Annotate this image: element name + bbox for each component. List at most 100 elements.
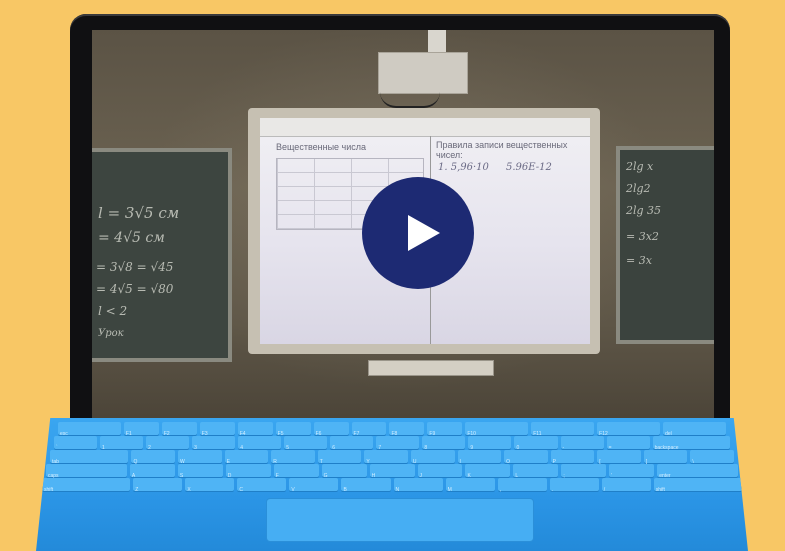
keyboard-key[interactable]: ,: [497, 478, 547, 493]
chalk-line: = 3√8 = √45: [96, 260, 174, 274]
keyboard-key[interactable]: 9: [468, 436, 512, 451]
keyboard-key[interactable]: `: [54, 436, 98, 451]
keyboard-key[interactable]: [: [597, 450, 641, 465]
keyboard-key[interactable]: V: [289, 478, 339, 493]
projector: [378, 52, 468, 94]
keyboard-key[interactable]: S: [177, 464, 223, 479]
keyboard-key[interactable]: H: [369, 464, 415, 479]
type-cover-keyboard: esc F1 F2 F3 F4 F5 F6 F7 F8 F9 F10 F11 F12 del ` 1 2 3 4 5 6…: [36, 418, 748, 551]
keyboard-key[interactable]: W: [178, 450, 222, 465]
keyboard-key[interactable]: shift: [42, 478, 131, 493]
keyboard-key[interactable]: O: [504, 450, 548, 465]
keyboard-key[interactable]: L: [513, 464, 559, 479]
chalk-line: = 4√5 = √80: [96, 282, 174, 296]
keyboard-key[interactable]: F9: [427, 422, 463, 437]
chalk-line: 2lg x: [626, 160, 654, 173]
keyboard-key[interactable]: 5: [284, 436, 328, 451]
keyboard-key[interactable]: =: [606, 436, 650, 451]
keyboard-key[interactable]: F8: [389, 422, 425, 437]
keyboard-key[interactable]: 0: [514, 436, 558, 451]
keyboard-key[interactable]: M: [445, 478, 495, 493]
key-label: C: [239, 487, 243, 493]
key-label: X: [187, 487, 191, 493]
keyboard-key[interactable]: N: [393, 478, 443, 493]
whiteboard-note: 5.96E-12: [506, 162, 552, 173]
keyboard-key[interactable]: tab: [50, 450, 129, 465]
keyboard-key[interactable]: 8: [422, 436, 466, 451]
play-button[interactable]: [362, 177, 474, 289]
key-label: N: [395, 487, 400, 493]
keyboard-key[interactable]: Y: [364, 450, 408, 465]
keyboard-key[interactable]: U: [410, 450, 455, 465]
keyboard-key[interactable]: del: [663, 422, 726, 437]
keyboard-key[interactable]: 7: [376, 436, 420, 451]
keyboard-key[interactable]: Z: [133, 478, 183, 493]
keyboard-key[interactable]: J: [417, 464, 463, 479]
chalkboard-right: 2lg x 2lg2 2lg 35 = 3x2 = 3x: [616, 146, 714, 344]
keyboard-key[interactable]: F5: [275, 422, 311, 437]
keyboard-key[interactable]: F2: [161, 422, 197, 437]
keyboard-key[interactable]: A: [129, 464, 175, 479]
keyboard-key[interactable]: F4: [237, 422, 273, 437]
keyboard-key[interactable]: .: [549, 478, 599, 493]
keyboard-key[interactable]: F10: [465, 422, 529, 437]
keyboard-key[interactable]: B: [341, 478, 391, 493]
play-icon: [408, 215, 440, 251]
keyboard-key[interactable]: shift: [653, 478, 743, 493]
whiteboard-note: 1. 5,96·10: [438, 162, 489, 173]
keyboard-key[interactable]: 6: [330, 436, 374, 451]
keyboard-key[interactable]: /: [601, 478, 651, 493]
chalk-line: Урок: [98, 328, 124, 339]
keyboard-row: caps A S D F G H J K L; ' enter: [46, 464, 739, 479]
keyboard-key[interactable]: caps: [46, 464, 127, 479]
keyboard-key[interactable]: F1: [123, 422, 159, 437]
keyboard-row: ` 1 2 3 4 5 6 7 8 9 0- = backspace: [54, 436, 731, 451]
keyboard-key[interactable]: 1: [100, 436, 144, 451]
keyboard-key[interactable]: G: [321, 464, 367, 479]
keyboard-key[interactable]: ': [609, 464, 655, 479]
chalk-line: = 3x: [626, 254, 652, 267]
keyboard-key[interactable]: R: [271, 450, 315, 465]
keyboard-key[interactable]: F: [273, 464, 319, 479]
keyboard-key[interactable]: I: [457, 450, 502, 465]
whiteboard-toolbar: [260, 118, 590, 137]
keyboard-key[interactable]: F6: [313, 422, 349, 437]
key-label: B: [343, 487, 347, 493]
whiteboard-left-title: Вещественные числа: [276, 142, 367, 152]
keyboard-key[interactable]: 3: [192, 436, 236, 451]
key-label: shift: [44, 487, 54, 493]
keyboard-key[interactable]: F3: [199, 422, 235, 437]
keyboard-key[interactable]: E: [224, 450, 269, 465]
key-label: /: [603, 487, 606, 493]
trackpad[interactable]: [266, 498, 534, 542]
chalk-line: 2lg 35: [626, 204, 662, 217]
keyboard-key[interactable]: backspace: [652, 436, 731, 451]
keyboard-key[interactable]: C: [237, 478, 287, 493]
chalk-line: l = 3√5 см: [98, 204, 180, 222]
keyboard-key[interactable]: T: [317, 450, 362, 465]
keyboard-key[interactable]: F12: [597, 422, 661, 437]
key-label: shift: [655, 487, 665, 493]
projector-cable: [380, 92, 440, 108]
keyboard-row: esc F1 F2 F3 F4 F5 F6 F7 F8 F9 F10 F11 F12 del: [58, 422, 726, 437]
keyboard-key[interactable]: X: [185, 478, 235, 493]
keyboard-key[interactable]: D: [225, 464, 271, 479]
keyboard-key[interactable]: \: [690, 450, 734, 465]
keyboard-key[interactable]: 2: [146, 436, 190, 451]
keyboard-key[interactable]: enter: [657, 464, 739, 479]
key-label: ,: [499, 487, 501, 493]
keyboard-key[interactable]: ]: [643, 450, 688, 465]
keyboard-key[interactable]: F11: [531, 422, 595, 437]
keyboard-key[interactable]: K: [465, 464, 511, 479]
keyboard-key[interactable]: Q: [131, 450, 176, 465]
keyboard-row: tab Q W E R T Y U I O P[] \: [50, 450, 734, 465]
keyboard-key[interactable]: P: [550, 450, 595, 465]
keyboard-key[interactable]: ;: [561, 464, 607, 479]
key-label: M: [447, 487, 452, 493]
keyboard-key[interactable]: esc: [58, 422, 121, 437]
keyboard-key[interactable]: -: [560, 436, 604, 451]
keyboard-key[interactable]: 4: [238, 436, 282, 451]
key-label: Z: [135, 487, 139, 493]
chalk-line: = 4√5 см: [98, 230, 165, 246]
keyboard-key[interactable]: F7: [351, 422, 387, 437]
